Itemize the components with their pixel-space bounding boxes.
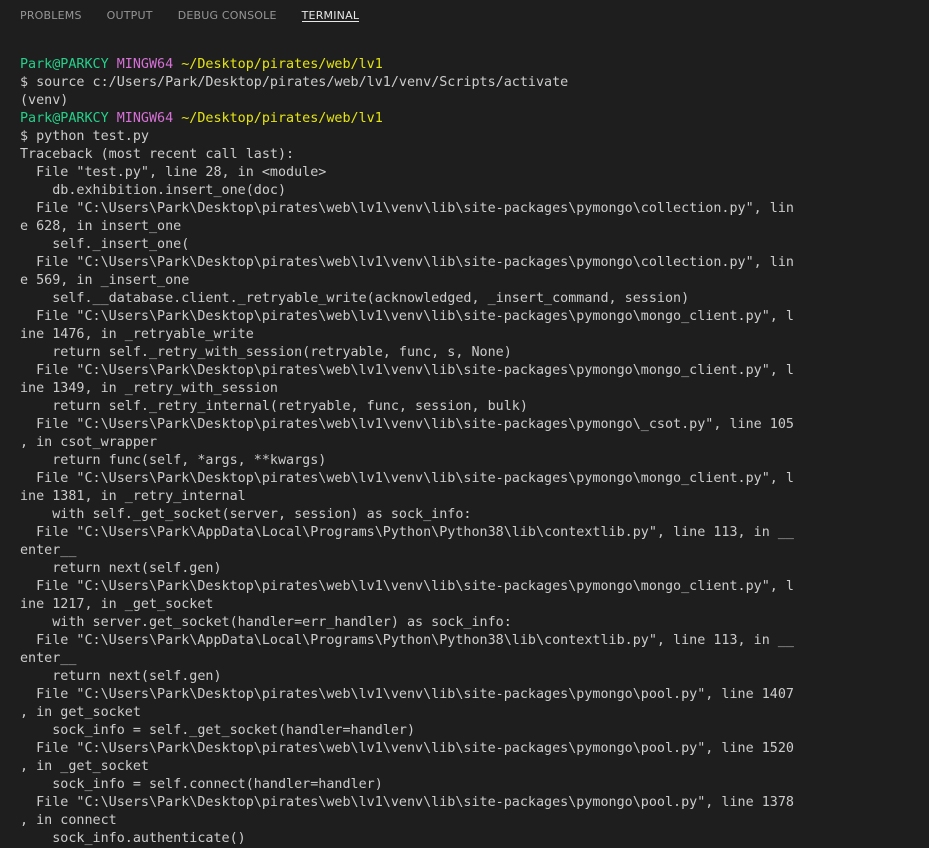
output-line: e 569, in _insert_one bbox=[20, 273, 190, 288]
prompt-user: Park@PARKCY bbox=[20, 57, 109, 72]
output-line: File "C:\Users\Park\Desktop\pirates\web\… bbox=[20, 201, 794, 216]
output-line: File "C:\Users\Park\Desktop\pirates\web\… bbox=[20, 471, 794, 486]
output-line: with self._get_socket(server, session) a… bbox=[20, 507, 472, 522]
output-line: return self._retry_internal(retryable, f… bbox=[20, 399, 528, 414]
output-line: File "C:\Users\Park\Desktop\pirates\web\… bbox=[20, 255, 794, 270]
prompt-line: Park@PARKCY MINGW64 ~/Desktop/pirates/we… bbox=[20, 110, 920, 128]
output-line: File "C:\Users\Park\AppData\Local\Progra… bbox=[20, 525, 794, 540]
prompt-path: ~/Desktop/pirates/web/lv1 bbox=[181, 111, 383, 126]
output-line: return next(self.gen) bbox=[20, 561, 222, 576]
terminal-panel: PROBLEMS OUTPUT DEBUG CONSOLE TERMINAL P… bbox=[0, 0, 929, 848]
output-line: e 628, in insert_one bbox=[20, 219, 182, 234]
prompt-host: MINGW64 bbox=[116, 57, 174, 72]
output-line: Traceback (most recent call last): bbox=[20, 147, 295, 162]
output-line: File "C:\Users\Park\Desktop\pirates\web\… bbox=[20, 687, 794, 702]
prompt-path: ~/Desktop/pirates/web/lv1 bbox=[181, 57, 383, 72]
output-line: , in connect bbox=[20, 813, 117, 828]
prompt-host: MINGW64 bbox=[116, 111, 174, 126]
output-line: ine 1381, in _retry_internal bbox=[20, 489, 246, 504]
output-line: File "C:\Users\Park\Desktop\pirates\web\… bbox=[20, 579, 794, 594]
output-line: ine 1217, in _get_socket bbox=[20, 597, 214, 612]
prompt-user: Park@PARKCY bbox=[20, 111, 109, 126]
output-line: self._insert_one( bbox=[20, 237, 190, 252]
output-line: sock_info.authenticate() bbox=[20, 831, 246, 846]
output-line: return next(self.gen) bbox=[20, 669, 222, 684]
output-line: File "C:\Users\Park\Desktop\pirates\web\… bbox=[20, 417, 794, 432]
output-line: $ source c:/Users/Park/Desktop/pirates/w… bbox=[20, 75, 569, 90]
terminal-output[interactable]: Park@PARKCY MINGW64 ~/Desktop/pirates/we… bbox=[20, 56, 920, 848]
output-line: File "test.py", line 28, in <module> bbox=[20, 165, 327, 180]
output-line: File "C:\Users\Park\AppData\Local\Progra… bbox=[20, 633, 794, 648]
output-line: sock_info = self._get_socket(handler=han… bbox=[20, 723, 416, 738]
output-line: db.exhibition.insert_one(doc) bbox=[20, 183, 287, 198]
output-line: , in get_socket bbox=[20, 705, 141, 720]
tab-problems[interactable]: PROBLEMS bbox=[20, 0, 82, 22]
tab-debug-console[interactable]: DEBUG CONSOLE bbox=[178, 0, 277, 22]
output-line: (venv) bbox=[20, 93, 69, 108]
output-line: return self._retry_with_session(retryabl… bbox=[20, 345, 512, 360]
output-line: , in csot_wrapper bbox=[20, 435, 158, 450]
output-line: $ python test.py bbox=[20, 129, 149, 144]
tab-output[interactable]: OUTPUT bbox=[107, 0, 153, 22]
output-line: ine 1349, in _retry_with_session bbox=[20, 381, 278, 396]
output-line: File "C:\Users\Park\Desktop\pirates\web\… bbox=[20, 363, 794, 378]
output-line: , in _get_socket bbox=[20, 759, 149, 774]
output-line: with server.get_socket(handler=err_handl… bbox=[20, 615, 512, 630]
tab-terminal[interactable]: TERMINAL bbox=[301, 0, 360, 22]
prompt-line: Park@PARKCY MINGW64 ~/Desktop/pirates/we… bbox=[20, 56, 920, 74]
output-line: self.__database.client._retryable_write(… bbox=[20, 291, 690, 306]
output-line: enter__ bbox=[20, 543, 77, 558]
output-line: sock_info = self.connect(handler=handler… bbox=[20, 777, 383, 792]
output-line: enter__ bbox=[20, 651, 77, 666]
output-line: File "C:\Users\Park\Desktop\pirates\web\… bbox=[20, 309, 794, 324]
panel-tabs: PROBLEMS OUTPUT DEBUG CONSOLE TERMINAL bbox=[0, 0, 384, 34]
output-line: File "C:\Users\Park\Desktop\pirates\web\… bbox=[20, 795, 794, 810]
output-line: ine 1476, in _retryable_write bbox=[20, 327, 254, 342]
output-line: return func(self, *args, **kwargs) bbox=[20, 453, 327, 468]
output-line: File "C:\Users\Park\Desktop\pirates\web\… bbox=[20, 741, 794, 756]
